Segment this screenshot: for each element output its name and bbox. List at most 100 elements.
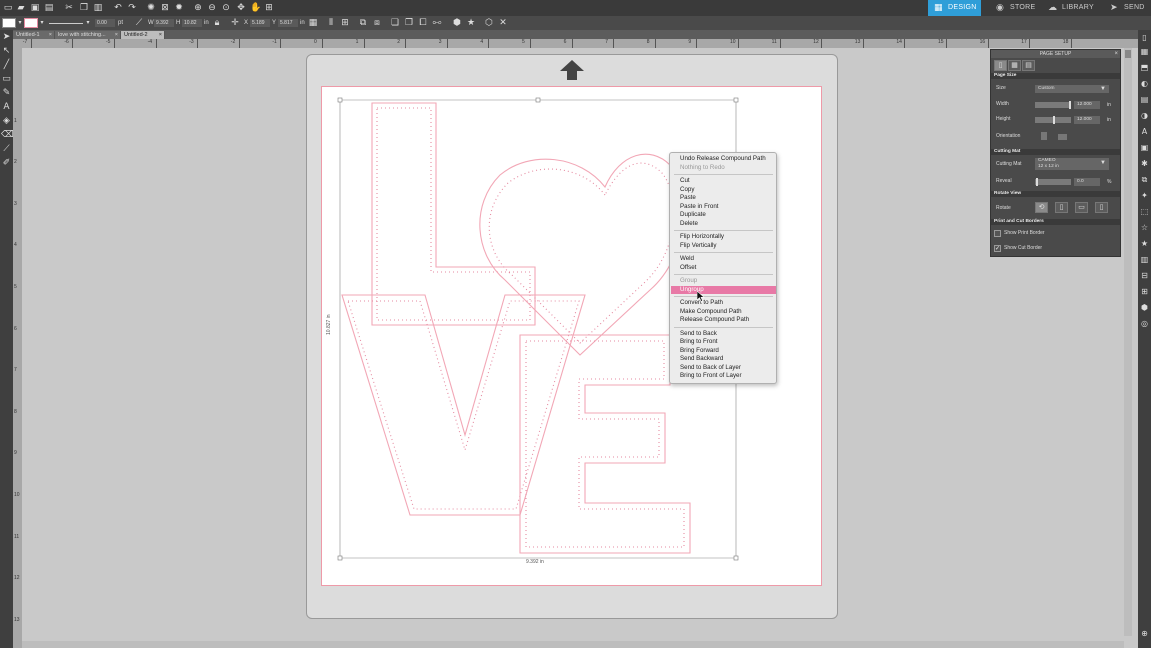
line-tool-icon[interactable]: ⟋	[134, 18, 144, 28]
close-icon[interactable]: ×	[1114, 50, 1118, 58]
fill-panel-icon[interactable]: ◐	[1139, 78, 1150, 89]
line-color-swatch[interactable]	[24, 18, 38, 28]
menu-item-group[interactable]: Group	[671, 277, 776, 285]
library-panel-icon[interactable]: ▥	[1139, 254, 1150, 265]
show-cut-border-checkbox[interactable]: ✓	[994, 245, 1001, 252]
shape-star-icon[interactable]: ☆	[1139, 222, 1150, 233]
select-all-icon[interactable]: ✺	[146, 3, 156, 13]
menu-item-bring-to-front-of-layer[interactable]: Bring to Front of Layer	[671, 372, 776, 380]
copy-icon[interactable]: ❐	[79, 3, 89, 13]
show-print-border-checkbox[interactable]	[994, 230, 1001, 237]
close-icon[interactable]: ✕	[498, 18, 508, 28]
replicate-panel-icon[interactable]: ⧉	[1139, 174, 1150, 185]
tab-design[interactable]: ▦ DESIGN	[928, 0, 981, 16]
zoom-in-icon[interactable]: ⊕	[193, 3, 203, 13]
menu-item-delete[interactable]: Delete	[671, 220, 776, 228]
menu-item-send-backward[interactable]: Send Backward	[671, 355, 776, 363]
chevron-down-icon[interactable]: ▾	[83, 18, 93, 28]
rotate-270-icon[interactable]: ▯	[1095, 202, 1108, 213]
star-shape-icon[interactable]: ★	[466, 18, 476, 28]
close-icon[interactable]: ×	[159, 31, 162, 39]
size-dropdown[interactable]: Custom ▼	[1035, 85, 1109, 93]
print-icon[interactable]: ▤	[44, 3, 54, 13]
stroke-width-field[interactable]: 0.00	[95, 19, 115, 27]
menu-item-bring-forward[interactable]: Bring Forward	[671, 347, 776, 355]
select-tool-icon[interactable]: ✹	[174, 3, 184, 13]
menu-item-send-to-back[interactable]: Send to Back	[671, 330, 776, 338]
align-icon[interactable]: ⫴	[326, 18, 336, 28]
sketch-panel-icon[interactable]: ◎	[1139, 318, 1150, 329]
send-to-back-icon[interactable]: ❐	[404, 18, 414, 28]
menu-item-offset[interactable]: Offset	[671, 264, 776, 272]
new-file-icon[interactable]: ▭	[3, 3, 13, 13]
gradient-icon[interactable]: ◑	[1139, 110, 1150, 121]
weld-panel-icon[interactable]: ⬢	[1139, 302, 1150, 313]
menu-item-undo-release-compound-path[interactable]: Undo Release Compound Path	[671, 155, 776, 163]
tab-library[interactable]: ☁ LIBRARY	[1042, 0, 1096, 16]
page-setup-icon[interactable]: ▯	[1139, 32, 1150, 43]
x-field[interactable]: 5.189	[250, 19, 270, 27]
width-slider[interactable]	[1035, 101, 1071, 109]
zoom-out-icon[interactable]: ⊖	[207, 3, 217, 13]
send-panel-icon[interactable]: ⬒	[1139, 62, 1150, 73]
rotate-90-icon[interactable]: ▯	[1055, 202, 1068, 213]
line-style-preview[interactable]	[49, 23, 83, 24]
menu-item-duplicate[interactable]: Duplicate	[671, 211, 776, 219]
offset-panel-icon[interactable]: ✱	[1139, 158, 1150, 169]
line-draw-icon[interactable]: ╱	[1, 60, 12, 71]
reveal-field[interactable]: 0.0	[1074, 178, 1100, 186]
tab-send[interactable]: ➤ SEND	[1104, 0, 1150, 16]
send-backward-icon[interactable]: ⧟	[432, 18, 442, 28]
text-panel-icon[interactable]: A	[1139, 126, 1150, 137]
save-icon[interactable]: ▣	[30, 3, 40, 13]
menu-item-copy[interactable]: Copy	[671, 186, 776, 194]
rotate-180-icon[interactable]: ▭	[1075, 202, 1088, 213]
cut-icon[interactable]: ✂	[64, 3, 74, 13]
doc-tab[interactable]: Untitled-1 ×	[13, 31, 55, 39]
align-panel-icon[interactable]: ⊟	[1139, 270, 1150, 281]
knife-icon[interactable]: ⟋	[1, 144, 12, 155]
portrait-orientation-icon[interactable]	[1041, 132, 1047, 140]
zoom-fit-icon[interactable]: ⊙	[221, 3, 231, 13]
zoom-panel-icon[interactable]: ⊕	[1139, 628, 1150, 639]
redo-icon[interactable]: ↷	[127, 3, 137, 13]
design-store-icon[interactable]: ▦	[1139, 46, 1150, 57]
layers-panel-icon[interactable]: ▤	[1139, 94, 1150, 105]
bring-to-front-icon[interactable]: ❏	[390, 18, 400, 28]
paste-icon[interactable]: ▥	[93, 3, 103, 13]
text-tool-icon[interactable]: A	[1, 102, 12, 113]
y-field[interactable]: 5.817	[278, 19, 298, 27]
grid-tab-icon[interactable]: ▦	[1008, 60, 1021, 71]
menu-item-weld[interactable]: Weld	[671, 255, 776, 263]
horizontal-scrollbar[interactable]	[22, 641, 1124, 648]
modify-panel-icon[interactable]: ⊞	[1139, 286, 1150, 297]
trace-icon[interactable]: ▣	[1139, 142, 1150, 153]
bring-forward-icon[interactable]: ⧠	[418, 18, 428, 28]
pencil-icon[interactable]: ✎	[1, 88, 12, 99]
fit-to-page-icon[interactable]: ⊞	[264, 3, 274, 13]
chevron-down-icon[interactable]: ▾	[37, 18, 47, 28]
vertical-scrollbar[interactable]	[1124, 48, 1132, 636]
lock-aspect-icon[interactable]: 🔒︎	[212, 18, 222, 28]
tab-store[interactable]: ◉ STORE	[990, 0, 1040, 16]
close-icon[interactable]: ×	[49, 31, 52, 39]
menu-item-flip-vertically[interactable]: Flip Vertically	[671, 242, 776, 250]
eraser-icon[interactable]: ⌫	[1, 130, 14, 141]
grid-toggle-icon[interactable]: ▦	[308, 18, 318, 28]
doc-tab[interactable]: love with stitching... ×	[55, 31, 121, 39]
menu-item-flip-horizontally[interactable]: Flip Horizontally	[671, 233, 776, 241]
menu-item-send-to-back-of-layer[interactable]: Send to Back of Layer	[671, 364, 776, 372]
cutting-mat-dropdown[interactable]: CAMEO 12 x 12 in ▼	[1035, 158, 1109, 170]
menu-item-bring-to-front[interactable]: Bring to Front	[671, 338, 776, 346]
menu-item-paste[interactable]: Paste	[671, 194, 776, 202]
fill-tool-icon[interactable]: ◈	[1, 116, 12, 127]
scroll-up-arrow[interactable]	[1125, 50, 1131, 58]
page-setup-tab-icon[interactable]: ▯	[994, 60, 1007, 71]
menu-item-nothing-to-redo[interactable]: Nothing to Redo	[671, 164, 776, 172]
transform-panel-icon[interactable]: ⬚	[1139, 206, 1150, 217]
close-icon[interactable]: ×	[115, 31, 118, 39]
modify-icon[interactable]: ⬡	[484, 18, 494, 28]
undo-icon[interactable]: ↶	[113, 3, 123, 13]
select-arrow-icon[interactable]: ➤	[1, 32, 12, 43]
rectangle-icon[interactable]: ▭	[1, 74, 12, 85]
